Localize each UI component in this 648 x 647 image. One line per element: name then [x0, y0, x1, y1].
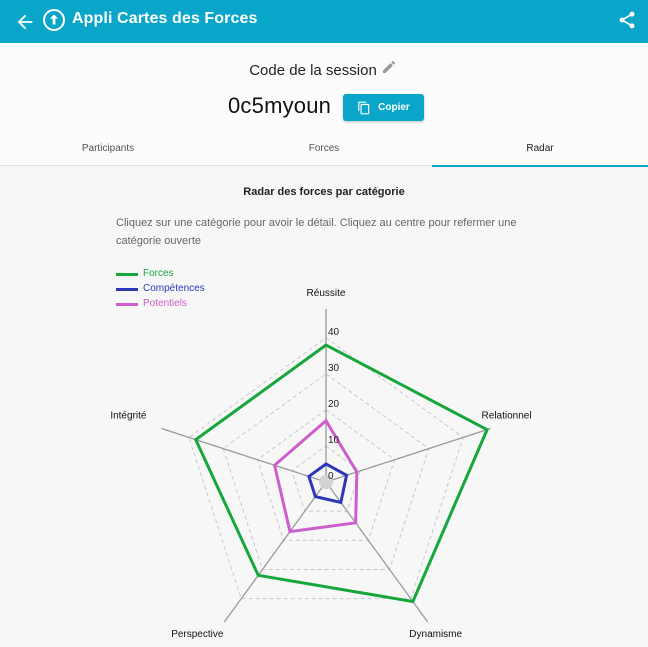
radar-tick-label: 20 [328, 399, 340, 410]
radar-axis-4 [161, 427, 327, 483]
radar-axis-1 [325, 427, 491, 483]
radar-category-label-4: Intégrité [110, 411, 147, 422]
radar-tick-label: 40 [328, 327, 340, 338]
radar-tick-label: 0 [328, 471, 334, 482]
radar-axis-3 [223, 481, 327, 623]
radar-tick-label: 10 [328, 435, 340, 446]
radar-category-label-2: Dynamisme [409, 629, 462, 640]
radar-category-label-1: Relationnel [482, 411, 532, 422]
radar-tick-label: 30 [328, 363, 340, 374]
radar-category-label-3: Perspective [171, 629, 224, 640]
radar-category-label-0: Réussite [307, 288, 346, 299]
radar-chart[interactable]: 0 10 20 30 40 Réussite Relationnel Dynamisme Per… [0, 0, 648, 647]
